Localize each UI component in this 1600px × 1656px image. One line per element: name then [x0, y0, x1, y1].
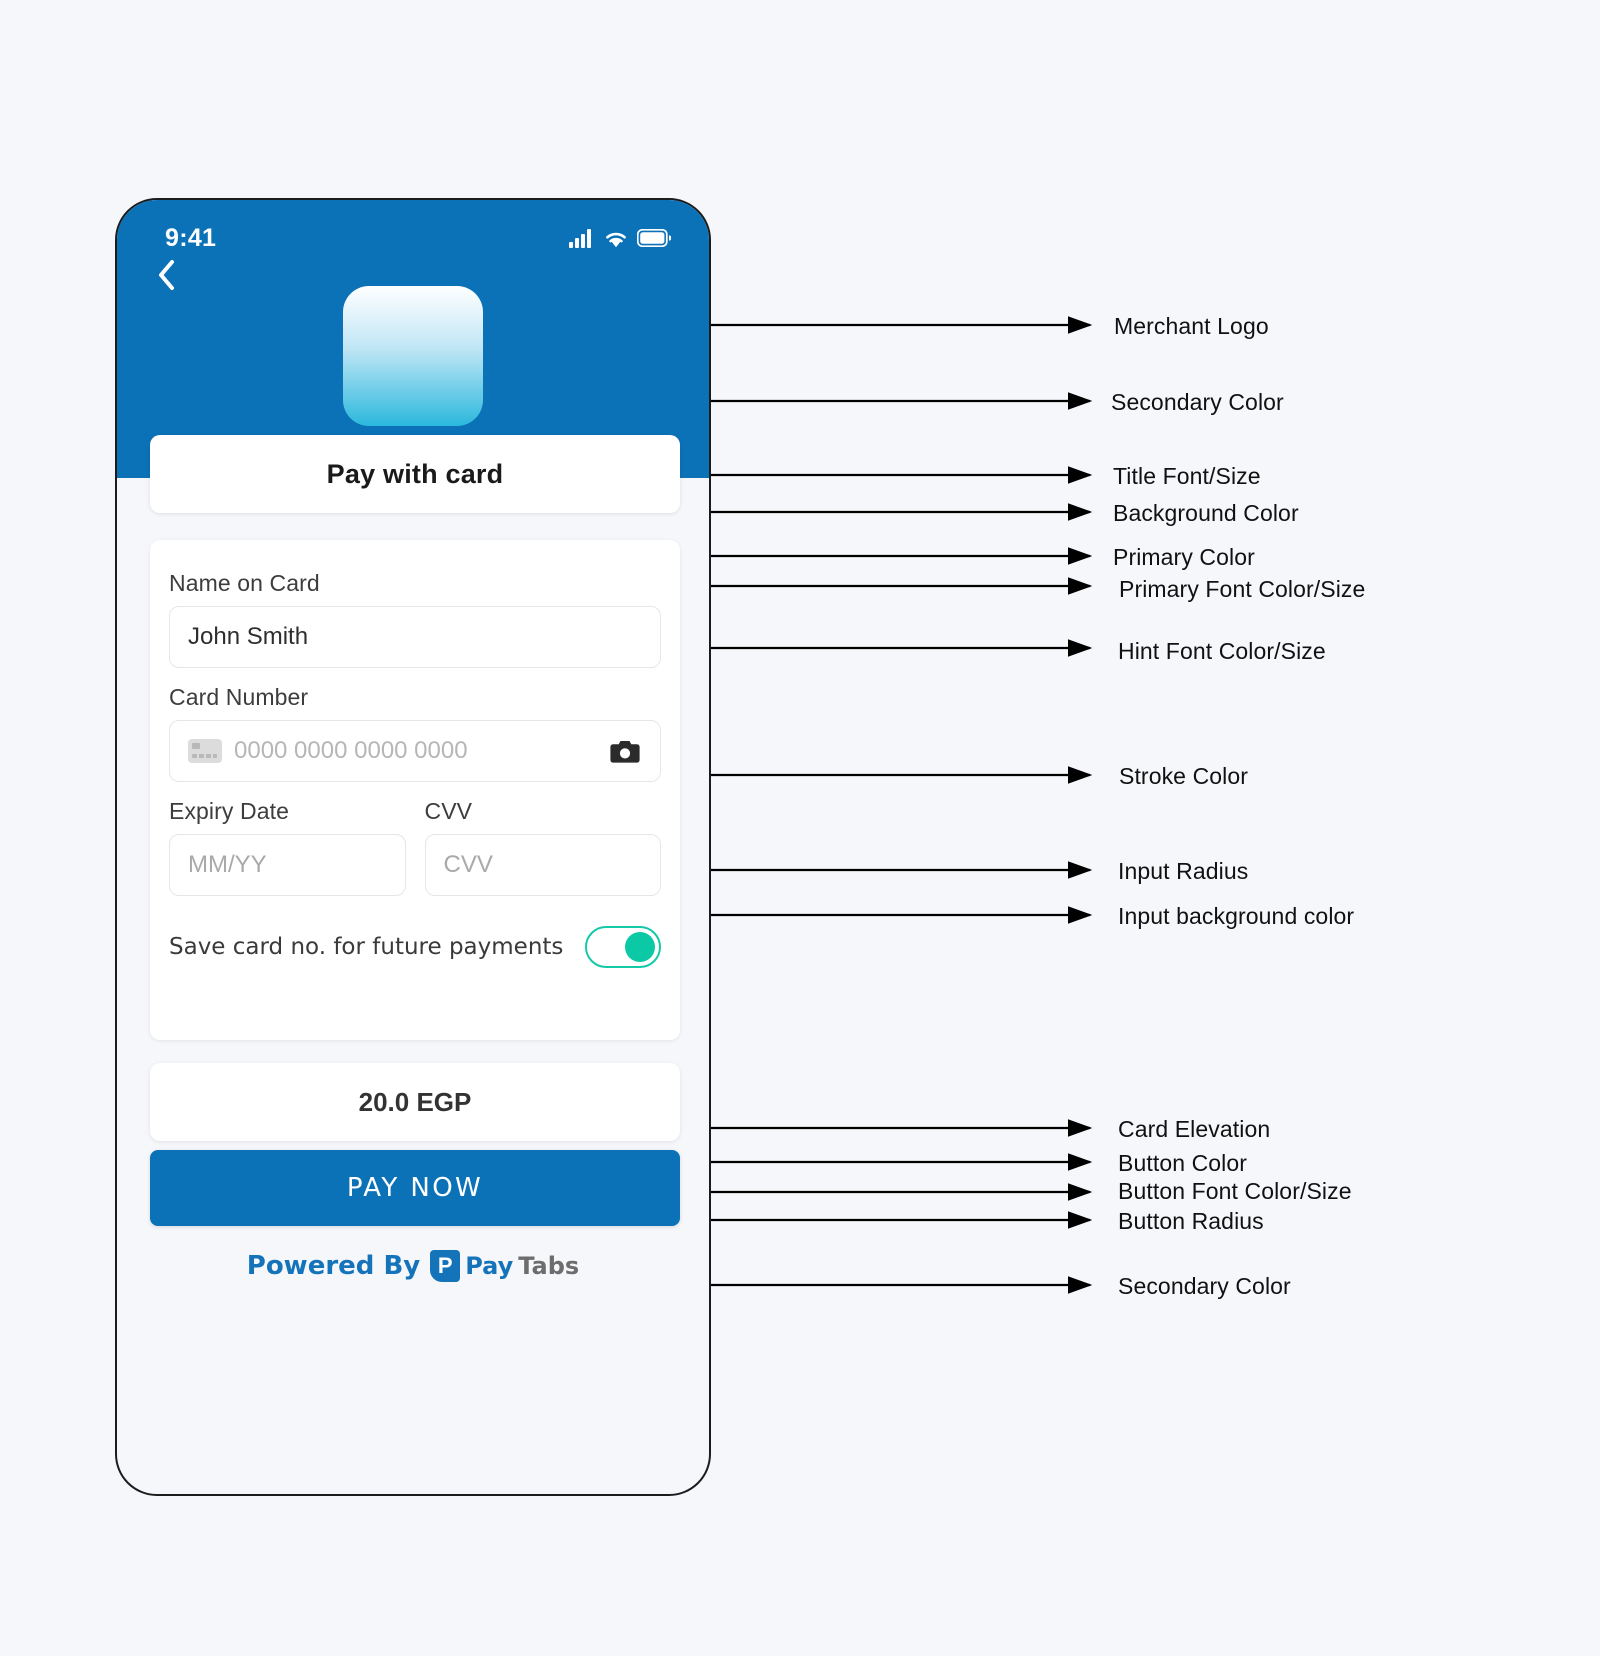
- annotation-secondary-color-top: Secondary Color: [1111, 389, 1284, 415]
- cvv-input[interactable]: CVV: [424, 834, 661, 896]
- credit-card-icon: [188, 739, 222, 763]
- card-number-input[interactable]: 0000 0000 0000 0000: [169, 720, 661, 782]
- card-number-placeholder: 0000 0000 0000 0000: [234, 737, 468, 764]
- name-on-card-value: John Smith: [188, 623, 309, 650]
- annotation-stroke-color: Stroke Color: [1119, 763, 1249, 789]
- name-on-card-label: Name on Card: [169, 570, 320, 596]
- annotation-hint-font: Hint Font Color/Size: [1118, 638, 1326, 664]
- annotation-secondary-color-bottom: Secondary Color: [1118, 1273, 1291, 1299]
- card-number-label: Card Number: [169, 684, 309, 710]
- paytabs-mark-letter: P: [437, 1253, 453, 1278]
- pay-now-button[interactable]: PAY NOW: [150, 1150, 680, 1226]
- annotation-input-background: Input background color: [1118, 903, 1355, 929]
- chevron-left-icon: [159, 260, 174, 290]
- expiry-date-placeholder: MM/YY: [188, 851, 267, 878]
- page-title: Pay with card: [326, 458, 504, 489]
- annotation-primary-color: Primary Color: [1113, 544, 1255, 570]
- wifi-icon: [606, 232, 626, 247]
- annotation-button-font: Button Font Color/Size: [1118, 1178, 1352, 1204]
- annotated-mockup-canvas: 9:41 Pay with card Name on Card John Smi…: [0, 0, 1600, 1656]
- toggle-knob: [625, 932, 655, 962]
- save-card-label: Save card no. for future payments: [169, 934, 564, 960]
- status-bar: 9:41: [117, 218, 709, 258]
- powered-by-footer: Powered By P Pay Tabs: [117, 1250, 709, 1282]
- annotation-input-radius: Input Radius: [1118, 858, 1249, 884]
- status-time: 9:41: [165, 223, 217, 252]
- expiry-cvv-row: Expiry Date MM/YY CVV CVV: [169, 798, 661, 912]
- amount-card: 20.0 EGP: [150, 1063, 680, 1141]
- annotation-title-font-size: Title Font/Size: [1113, 463, 1261, 489]
- camera-icon: [610, 740, 640, 763]
- save-card-row: Save card no. for future payments: [169, 926, 661, 968]
- annotation-background-color: Background Color: [1113, 500, 1299, 526]
- annotation-button-radius: Button Radius: [1118, 1208, 1264, 1234]
- signal-icon: [569, 228, 591, 248]
- phone-frame: 9:41 Pay with card Name on Card John Smi…: [115, 198, 711, 1496]
- paytabs-pay-text: Pay: [465, 1252, 514, 1280]
- annotation-merchant-logo: Merchant Logo: [1114, 313, 1269, 339]
- paytabs-tabs-text: Tabs: [518, 1252, 580, 1280]
- paytabs-logo: P Pay Tabs: [430, 1250, 579, 1282]
- back-button[interactable]: [143, 252, 189, 298]
- cvv-placeholder: CVV: [443, 851, 493, 878]
- name-on-card-input[interactable]: John Smith: [169, 606, 661, 668]
- annotation-button-color: Button Color: [1118, 1150, 1248, 1176]
- powered-by-label: Powered By: [246, 1251, 421, 1281]
- amount-value: 20.0 EGP: [358, 1086, 472, 1117]
- save-card-toggle[interactable]: [585, 926, 661, 968]
- paytabs-mark-icon: P: [430, 1250, 461, 1282]
- merchant-logo: [343, 286, 483, 426]
- payment-form-card: Name on Card John Smith Card Number 0000…: [150, 540, 680, 1040]
- annotation-card-elevation: Card Elevation: [1118, 1116, 1271, 1142]
- camera-scan-button[interactable]: [608, 737, 642, 765]
- expiry-date-input[interactable]: MM/YY: [169, 834, 406, 896]
- status-icons: [569, 228, 671, 248]
- pay-now-label: PAY NOW: [346, 1173, 484, 1203]
- expiry-date-label: Expiry Date: [169, 798, 289, 824]
- annotation-primary-font: Primary Font Color/Size: [1119, 576, 1366, 602]
- title-card: Pay with card: [150, 435, 680, 513]
- battery-icon: [637, 229, 671, 247]
- cvv-label: CVV: [424, 798, 473, 824]
